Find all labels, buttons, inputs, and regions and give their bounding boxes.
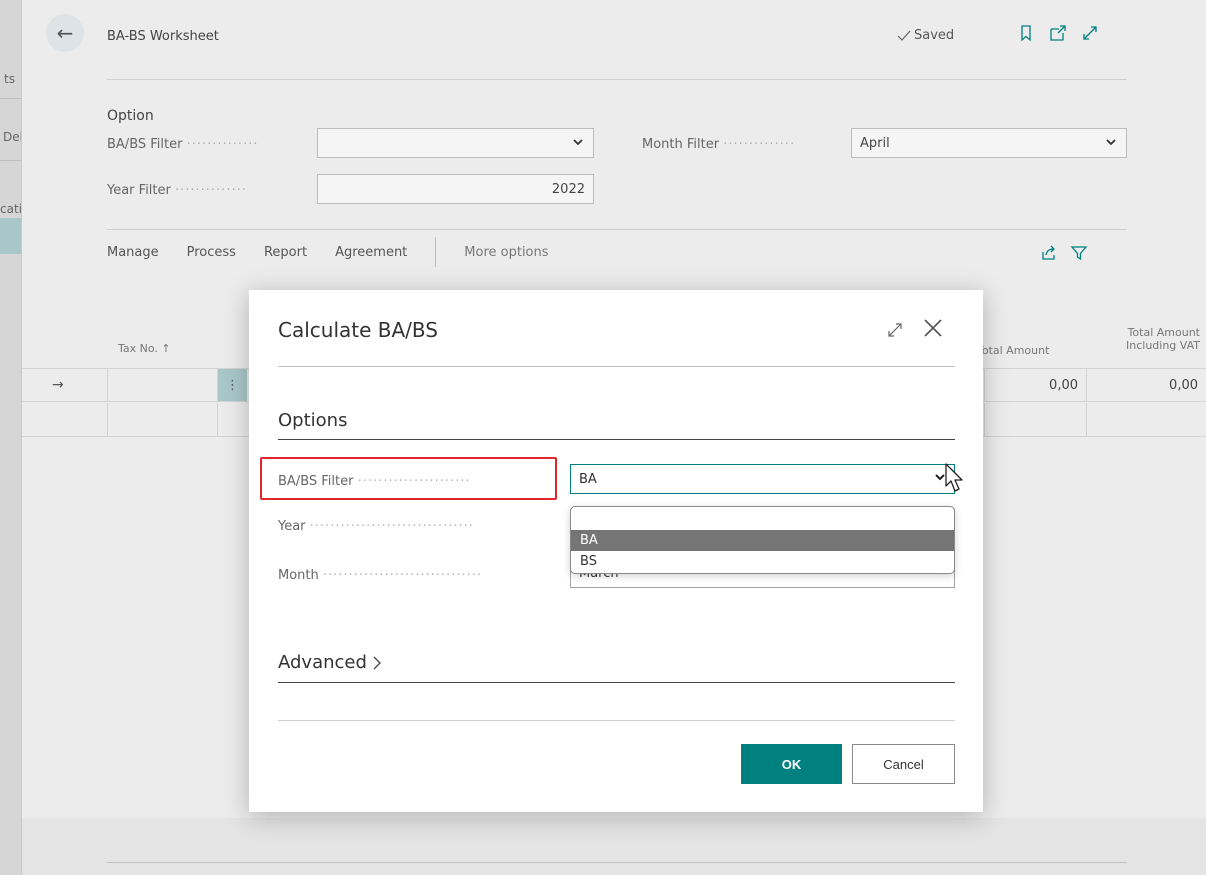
column-header-total-amount[interactable]: Total Amount [977, 344, 1049, 357]
action-menu: Manage Process Report Agreement More opt… [107, 237, 577, 267]
header-divider [107, 79, 1127, 80]
dropdown-option-blank[interactable] [571, 507, 954, 528]
filter-divider [107, 229, 1127, 230]
row-actions-cell[interactable]: ⋮ [217, 369, 247, 401]
total-amount-cell [984, 403, 1086, 436]
left-panel-divider [0, 160, 21, 161]
advanced-section-toggle[interactable]: Advanced [278, 652, 383, 673]
left-panel-fragment: cati [0, 202, 22, 216]
mouse-pointer-icon [945, 463, 963, 492]
babs-filter-label: BA/BS Filter ·············· [107, 137, 259, 152]
total-incl-vat-cell: 0,00 [1086, 369, 1206, 401]
page-title: BA-BS Worksheet [107, 29, 219, 44]
babs-filter-label: BA/BS Filter ······················ [278, 474, 471, 489]
menu-agreement[interactable]: Agreement [335, 245, 407, 267]
menu-manage[interactable]: Manage [107, 245, 159, 267]
page-actions [1017, 24, 1099, 42]
row-selected-arrow: → [52, 377, 64, 393]
lower-area [22, 818, 1206, 875]
left-panel-selected[interactable] [0, 218, 21, 254]
babs-filter-select[interactable] [317, 128, 594, 158]
left-panel-divider [0, 98, 21, 99]
dropdown-option-ba[interactable]: BA [571, 530, 954, 551]
list-actions [1040, 244, 1088, 262]
expand-icon[interactable] [1081, 24, 1099, 42]
cancel-button[interactable]: Cancel [852, 744, 955, 784]
dialog-title: Calculate BA/BS [278, 318, 438, 342]
year-filter-label: Year Filter ·············· [107, 183, 247, 198]
left-panel-fragment: Del [3, 130, 22, 144]
menu-report[interactable]: Report [264, 245, 307, 267]
menu-more-options[interactable]: More options [464, 245, 548, 267]
tax-no-cell[interactable] [107, 403, 217, 436]
dropdown-option-bs[interactable]: BS [571, 551, 954, 572]
footer-divider [278, 720, 955, 721]
total-amount-cell: 0,00 [984, 369, 1086, 401]
back-button[interactable]: ← [46, 14, 84, 52]
tax-no-cell[interactable] [107, 369, 217, 401]
menu-process[interactable]: Process [187, 245, 236, 267]
row-actions-cell[interactable] [217, 403, 247, 436]
more-vertical-icon[interactable]: ⋮ [226, 378, 239, 393]
column-header-total-incl-vat[interactable]: Total Amount Including VAT [1110, 326, 1200, 352]
lower-divider [107, 862, 1127, 863]
babs-filter-select[interactable]: BA [570, 464, 955, 494]
option-heading: Option [107, 108, 154, 124]
babs-filter-dropdown: BA BS [570, 506, 955, 574]
ok-button[interactable]: OK [741, 744, 842, 784]
left-panel-fragment: ts [4, 72, 15, 86]
back-arrow-icon: ← [56, 21, 74, 45]
saved-label: Saved [914, 28, 955, 43]
bookmark-icon[interactable] [1017, 24, 1035, 42]
advanced-underline [278, 682, 955, 683]
month-label: Month ······························· [278, 568, 482, 583]
options-underline [278, 439, 955, 440]
open-new-window-icon[interactable] [1049, 24, 1067, 42]
year-filter-input[interactable]: 2022 [317, 174, 594, 204]
expand-icon[interactable] [885, 320, 905, 340]
year-label: Year ································ [278, 519, 474, 534]
options-heading: Options [278, 410, 348, 431]
chevron-down-icon [573, 139, 583, 146]
column-header-tax-no[interactable]: Tax No. ↑ [118, 342, 171, 355]
month-filter-select[interactable]: April [851, 128, 1127, 158]
menu-separator [435, 237, 437, 267]
chevron-right-icon [373, 656, 381, 669]
month-filter-label: Month Filter ·············· [642, 137, 796, 152]
dialog-header-divider [278, 366, 955, 367]
share-icon[interactable] [1040, 244, 1058, 262]
saved-status: Saved [897, 28, 954, 43]
left-panel-strip: ts Del cati [0, 0, 22, 875]
total-incl-vat-cell [1086, 403, 1206, 436]
close-icon[interactable] [921, 316, 945, 340]
chevron-down-icon [1106, 139, 1116, 146]
filter-icon[interactable] [1070, 244, 1088, 262]
checkmark-icon [897, 30, 911, 41]
